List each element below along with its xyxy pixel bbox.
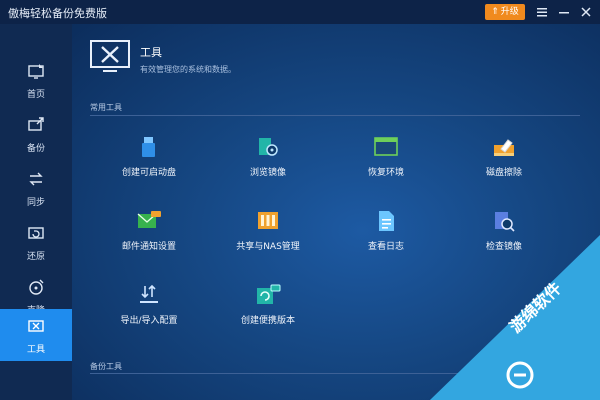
title-bar: 傲梅轻松备份免费版 ⇑ 升级 <box>0 0 600 24</box>
page-subtitle: 有效管理您的系统和数据。 <box>140 65 236 74</box>
watermark-logo-icon <box>506 361 534 389</box>
usb-drive-icon <box>142 137 155 157</box>
tool-export-import[interactable]: 导出/导入配置 <box>99 284 199 326</box>
disk-wipe-icon <box>494 139 514 156</box>
tool-create-bootable[interactable]: 创建可启动盘 <box>99 136 199 178</box>
tool-view-logs[interactable]: 查看日志 <box>336 210 436 252</box>
tool-label: 创建可启动盘 <box>121 168 176 178</box>
check-image-icon <box>495 212 515 232</box>
explore-image-icon <box>259 138 278 156</box>
minimize-icon[interactable] <box>557 5 571 19</box>
sidebar-item-backup[interactable]: 备份 <box>0 108 72 160</box>
tool-label: 邮件通知设置 <box>121 242 176 252</box>
clone-icon <box>29 279 44 295</box>
section-title-common: 常用工具 <box>90 103 122 112</box>
tool-label: 创建便携版本 <box>240 316 295 326</box>
tools-icon <box>28 320 44 332</box>
upgrade-arrow-icon: ⇑ <box>491 7 499 17</box>
page-title: 工具 <box>140 46 162 59</box>
recovery-env-icon <box>374 137 398 156</box>
export-import-icon <box>140 284 158 303</box>
backup-icon <box>28 117 44 131</box>
sidebar-item-sync[interactable]: 同步 <box>0 162 72 214</box>
section-title-backup: 备份工具 <box>90 362 122 371</box>
home-icon <box>28 64 44 79</box>
email-icon <box>137 211 161 228</box>
portable-icon <box>257 284 281 304</box>
sidebar-item-restore[interactable]: 还原 <box>0 216 72 268</box>
sidebar-item-home[interactable]: 首页 <box>0 54 72 106</box>
restore-icon <box>28 227 44 239</box>
tool-label: 共享与NAS管理 <box>236 242 300 252</box>
sidebar-item-label: 同步 <box>26 198 45 208</box>
sync-icon <box>29 172 43 186</box>
tool-label: 查看日志 <box>367 242 404 252</box>
tool-email-notification[interactable]: 邮件通知设置 <box>99 210 199 252</box>
menu-icon[interactable] <box>535 5 549 19</box>
sidebar: 首页 备份 同步 还原 克隆 工具 <box>0 24 72 400</box>
nas-icon <box>258 212 278 229</box>
tool-share-nas[interactable]: 共享与NAS管理 <box>218 210 318 252</box>
tool-label: 浏览镜像 <box>249 168 286 178</box>
tool-label: 恢复环境 <box>367 168 404 178</box>
sidebar-item-label: 备份 <box>26 144 45 154</box>
tools-monitor-icon <box>90 40 130 72</box>
tool-label: 导出/导入配置 <box>120 316 178 326</box>
tool-disk-wipe[interactable]: 磁盘擦除 <box>454 136 554 178</box>
sidebar-item-label: 工具 <box>26 345 45 355</box>
upgrade-label: 升级 <box>500 7 519 17</box>
app-title: 傲梅轻松备份免费版 <box>8 7 107 20</box>
close-icon[interactable] <box>579 5 593 19</box>
sidebar-item-label: 还原 <box>26 252 45 262</box>
tool-create-portable[interactable]: 创建便携版本 <box>218 284 318 326</box>
tool-explore-image[interactable]: 浏览镜像 <box>218 136 318 178</box>
sidebar-item-label: 首页 <box>26 90 45 100</box>
upgrade-button[interactable]: ⇑ 升级 <box>485 4 525 20</box>
sidebar-item-tools[interactable]: 工具 <box>0 309 72 361</box>
tool-recovery-env[interactable]: 恢复环境 <box>336 136 436 178</box>
section-divider <box>90 115 580 116</box>
log-icon <box>379 211 394 231</box>
tool-label: 磁盘擦除 <box>485 168 522 178</box>
